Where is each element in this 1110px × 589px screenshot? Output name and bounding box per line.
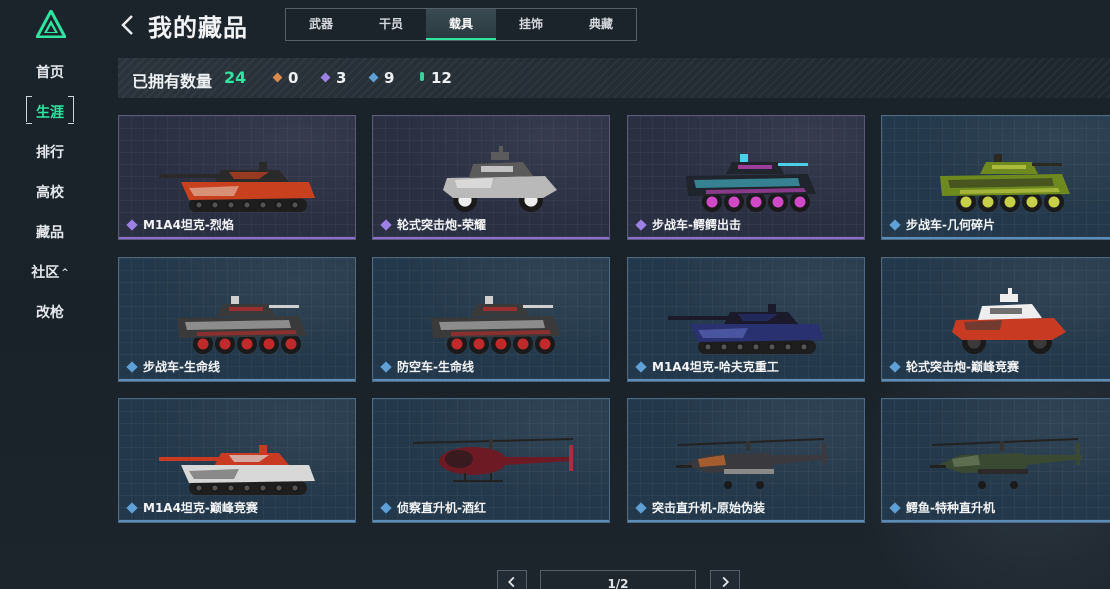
sidebar-item-ranking[interactable]: 排行 xyxy=(0,142,100,162)
tab-vehicles[interactable]: 载具 xyxy=(426,9,496,40)
app-logo-icon xyxy=(36,10,66,38)
vehicle-card[interactable]: 步战车-几何碎片 xyxy=(881,115,1110,240)
orange-gem-icon xyxy=(272,72,283,83)
vehicle-name: 步战车-几何碎片 xyxy=(906,218,995,232)
vehicle-card[interactable]: M1A4坦克-巅峰竞赛 xyxy=(118,398,356,523)
blue-gem-icon xyxy=(368,72,379,83)
vehicle-card[interactable]: 轮式突击炮-荣耀 xyxy=(372,115,610,240)
sidebar-item-home[interactable]: 首页 xyxy=(0,62,100,82)
sidebar-item-gun-mod[interactable]: 改枪 xyxy=(0,302,100,322)
prev-page-button[interactable] xyxy=(497,570,527,589)
next-page-button[interactable] xyxy=(710,570,740,589)
vehicle-name: 轮式突击炮-巅峰竞赛 xyxy=(906,360,1019,374)
sidebar-item-collection[interactable]: 藏品 xyxy=(0,222,100,242)
page-indicator: 1/2 xyxy=(540,570,696,589)
vehicle-card[interactable]: 鳄鱼-特种直升机 xyxy=(881,398,1110,523)
rarity-count-blue: 9 xyxy=(368,69,395,87)
sidebar-item-label: 高校 xyxy=(36,185,64,201)
vehicle-card[interactable]: 步战车-鳄鳄出击 xyxy=(627,115,865,240)
sidebar-item-label: 首页 xyxy=(36,65,64,81)
sidebar-item-label: 社区 xyxy=(31,265,60,281)
page-title: 我的藏品 xyxy=(148,14,248,42)
rarity-count-purple: 3 xyxy=(320,69,347,87)
sidebar-item-label: 排行 xyxy=(36,145,64,161)
vehicle-card[interactable]: 步战车-生命线 xyxy=(118,257,356,382)
vehicle-name: 步战车-鳄鳄出击 xyxy=(652,218,741,232)
green-gem-icon xyxy=(420,72,424,81)
purple-gem-icon xyxy=(320,72,331,83)
sidebar-item-label: 改枪 xyxy=(36,305,64,321)
tab-charms[interactable]: 挂饰 xyxy=(496,9,566,40)
vehicle-card[interactable]: 侦察直升机-酒红 xyxy=(372,398,610,523)
owned-count-bar: 已拥有数量 24 0 3 9 12 xyxy=(118,58,1110,98)
vehicle-name: M1A4坦克-哈夫克重工 xyxy=(652,360,779,374)
rarity-count-value: 3 xyxy=(336,69,347,87)
vehicle-name: 鳄鱼-特种直升机 xyxy=(906,501,995,515)
vehicle-name: 突击直升机-原始伪装 xyxy=(652,501,765,515)
vehicle-card[interactable]: 突击直升机-原始伪装 xyxy=(627,398,865,523)
vehicle-name: M1A4坦克-烈焰 xyxy=(143,218,234,232)
owned-count-label: 已拥有数量 xyxy=(132,72,213,91)
rarity-count-value: 9 xyxy=(384,69,395,87)
active-bracket xyxy=(26,96,74,124)
sidebar-item-label: 藏品 xyxy=(36,225,64,241)
back-arrow-icon[interactable] xyxy=(118,10,138,40)
vehicle-card[interactable]: M1A4坦克-烈焰 xyxy=(118,115,356,240)
rarity-count-value: 0 xyxy=(288,69,299,87)
rarity-count-orange: 0 xyxy=(272,69,299,87)
vehicle-name: 轮式突击炮-荣耀 xyxy=(397,218,486,232)
vehicle-card[interactable]: 轮式突击炮-巅峰竞赛 xyxy=(881,257,1110,382)
chevron-up-icon: ^ xyxy=(61,268,69,278)
rarity-count-value: 12 xyxy=(431,69,452,87)
tab-collections[interactable]: 典藏 xyxy=(566,9,636,40)
vehicle-name: M1A4坦克-巅峰竞赛 xyxy=(143,501,258,515)
tab-weapons[interactable]: 武器 xyxy=(286,9,356,40)
tab-operators[interactable]: 干员 xyxy=(356,9,426,40)
sidebar-item-college[interactable]: 高校 xyxy=(0,182,100,202)
owned-count-total: 24 xyxy=(224,68,247,87)
sidebar-item-community[interactable]: 社区 ^ xyxy=(0,262,100,282)
category-tabs: 武器 干员 载具 挂饰 典藏 xyxy=(285,8,637,41)
rarity-count-green: 12 xyxy=(420,69,452,87)
sidebar: 首页生涯排行高校藏品社区 ^ 改枪 xyxy=(0,0,100,589)
vehicle-name: 步战车-生命线 xyxy=(143,360,220,374)
vehicle-card[interactable]: M1A4坦克-哈夫克重工 xyxy=(627,257,865,382)
vehicle-name: 防空车-生命线 xyxy=(397,360,474,374)
vehicle-card[interactable]: 防空车-生命线 xyxy=(372,257,610,382)
sidebar-item-career[interactable]: 生涯 xyxy=(0,96,100,124)
vehicle-name: 侦察直升机-酒红 xyxy=(397,501,486,515)
